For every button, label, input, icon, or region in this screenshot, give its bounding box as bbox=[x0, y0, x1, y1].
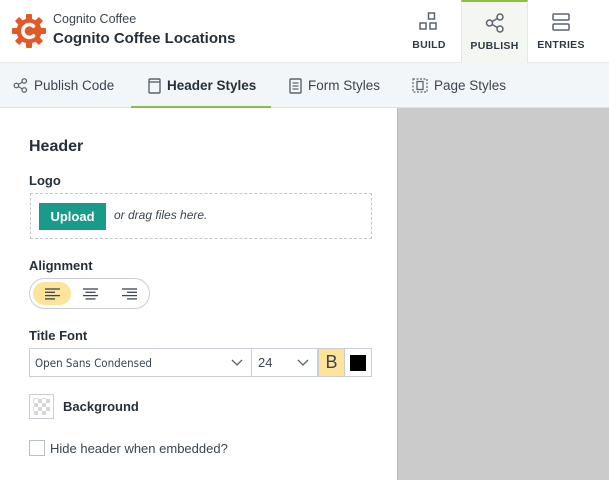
tab-form-styles-label: Form Styles bbox=[308, 78, 381, 93]
tab-header-styles-label: Header Styles bbox=[167, 78, 257, 93]
form-icon bbox=[289, 77, 302, 94]
title-font-label: Title Font bbox=[29, 328, 88, 343]
publish-subtabs: Publish Code Header Styles Form Styles P… bbox=[0, 63, 609, 109]
nav-build[interactable]: BUILD bbox=[398, 0, 460, 63]
share-icon bbox=[485, 13, 504, 33]
tab-publish-code-label: Publish Code bbox=[34, 78, 115, 93]
alignment-toggle-group bbox=[29, 278, 150, 309]
page-layout-icon bbox=[412, 78, 428, 93]
logo-dropzone[interactable]: Upload or drag files here. bbox=[30, 193, 372, 239]
title-color-picker[interactable] bbox=[345, 348, 372, 377]
nav-entries[interactable]: ENTRIES bbox=[529, 0, 593, 63]
background-color-picker[interactable] bbox=[29, 394, 54, 419]
tab-publish-code[interactable]: Publish Code bbox=[13, 63, 114, 108]
hide-header-checkbox[interactable] bbox=[29, 440, 45, 456]
align-center-icon bbox=[82, 287, 98, 300]
font-family-value: Open Sans Condensed bbox=[35, 355, 153, 370]
organization-name: Cognito Coffee bbox=[53, 12, 137, 26]
header-styles-panel: Header Logo Upload or drag files here. A… bbox=[0, 108, 397, 480]
nav-publish-label: PUBLISH bbox=[470, 40, 519, 52]
logo-label: Logo bbox=[29, 173, 61, 188]
nav-entries-label: ENTRIES bbox=[537, 39, 585, 51]
entries-list-icon bbox=[552, 13, 570, 31]
page-icon bbox=[148, 77, 161, 94]
build-grid-icon bbox=[419, 12, 437, 30]
align-right-button[interactable] bbox=[110, 282, 148, 305]
hide-header-label: Hide header when embedded? bbox=[50, 441, 228, 456]
tab-form-styles[interactable]: Form Styles bbox=[289, 63, 380, 108]
font-size-value: 24 bbox=[258, 355, 273, 370]
top-header: Cognito Coffee Cognito Coffee Locations … bbox=[0, 0, 609, 63]
tab-header-styles[interactable]: Header Styles bbox=[130, 63, 272, 109]
tab-page-styles-label: Page Styles bbox=[434, 78, 507, 93]
align-left-icon bbox=[44, 287, 60, 300]
alignment-label: Alignment bbox=[29, 258, 93, 273]
nav-publish[interactable]: PUBLISH bbox=[461, 0, 528, 63]
background-label: Background bbox=[63, 399, 139, 414]
font-family-select[interactable]: Open Sans Condensed bbox=[29, 348, 252, 377]
share-icon bbox=[13, 78, 28, 93]
chevron-down-icon bbox=[297, 359, 309, 366]
section-title: Header bbox=[29, 138, 84, 155]
drop-hint: or drag files here. bbox=[114, 208, 208, 222]
cognito-logo-icon bbox=[12, 14, 46, 48]
align-left-button[interactable] bbox=[33, 282, 71, 305]
nav-build-label: BUILD bbox=[412, 39, 446, 51]
preview-area bbox=[397, 108, 609, 480]
tab-page-styles[interactable]: Page Styles bbox=[412, 63, 506, 108]
align-center-button[interactable] bbox=[71, 282, 109, 305]
upload-button[interactable]: Upload bbox=[39, 203, 106, 230]
form-title: Cognito Coffee Locations bbox=[53, 30, 236, 47]
bold-toggle-button[interactable]: B bbox=[318, 348, 345, 377]
title-color-swatch bbox=[350, 354, 366, 371]
align-right-icon bbox=[121, 287, 137, 300]
chevron-down-icon bbox=[231, 359, 243, 366]
font-size-select[interactable]: 24 bbox=[252, 348, 318, 377]
